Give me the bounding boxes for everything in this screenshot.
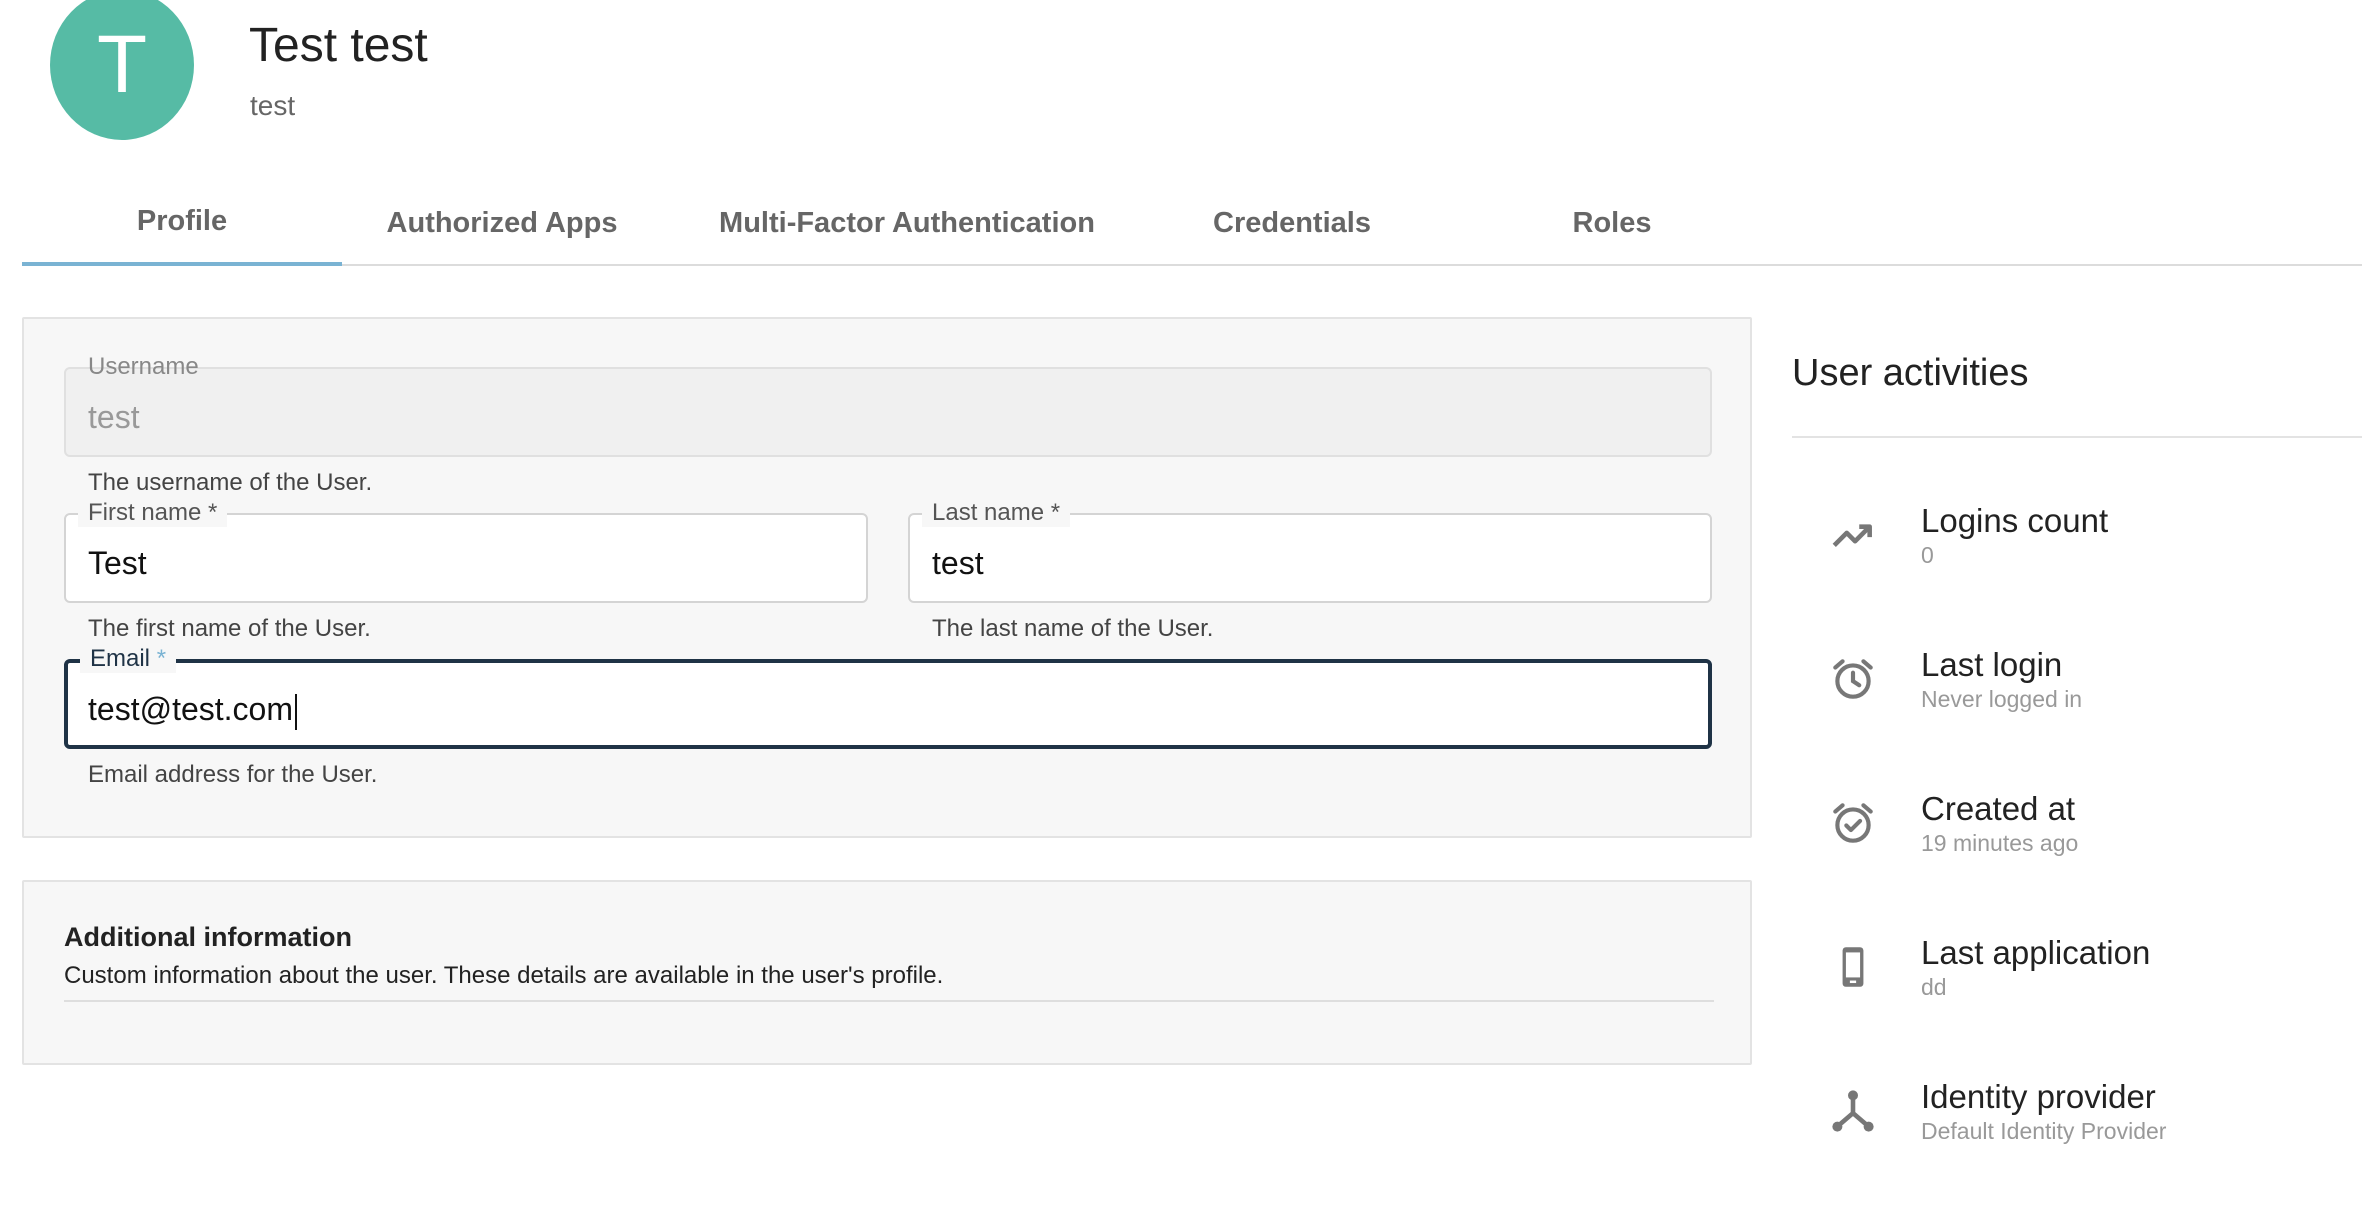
username-helper: The username of the User.: [88, 469, 373, 496]
tab-label: Authorized Apps: [386, 206, 618, 239]
activity-title: Last application: [1921, 934, 2151, 971]
activity-identity-provider: Identity provider Default Identity Provi…: [1792, 1070, 2362, 1160]
avatar-initial: T: [96, 19, 148, 110]
activity-title: Identity provider: [1921, 1078, 2156, 1115]
divider: [1792, 436, 2362, 438]
activity-value: 0: [1921, 542, 1934, 568]
activity-value: dd: [1921, 974, 1947, 1000]
tab-label: Credentials: [1213, 206, 1371, 239]
page-subtitle: test: [250, 90, 296, 121]
last-name-value: test: [932, 545, 984, 581]
additional-information-description: Custom information about the user. These…: [64, 962, 944, 989]
last-name-helper: The last name of the User.: [932, 615, 1214, 642]
activity-title: Logins count: [1921, 502, 2109, 539]
user-profile-page: T Test test test Profile Authorized Apps…: [0, 0, 2362, 1224]
username-field[interactable]: Username test: [64, 353, 1712, 457]
alarm-check-icon: [1833, 803, 1873, 843]
last-name-label: Last name *: [922, 499, 1071, 527]
user-activities-title: User activities: [1792, 352, 2029, 394]
additional-information-card: Additional information Custom informatio…: [22, 880, 1752, 1065]
tab-authorized-apps[interactable]: Authorized Apps: [342, 180, 662, 266]
username-value: test: [88, 399, 140, 435]
email-value: test@test.com: [88, 691, 293, 727]
identity-provider-icon: [1832, 1090, 1874, 1132]
page-title: Test test: [249, 19, 428, 72]
activity-value: Default Identity Provider: [1921, 1118, 2167, 1144]
required-mark: *: [156, 645, 167, 672]
activity-last-login: Last login Never logged in: [1792, 638, 2362, 728]
activity-title: Last login: [1921, 646, 2063, 683]
tab-credentials[interactable]: Credentials: [1132, 180, 1452, 266]
tab-multi-factor-authentication[interactable]: Multi-Factor Authentication: [682, 180, 1132, 266]
trending-up-icon: [1832, 524, 1872, 548]
last-name-field[interactable]: Last name * test: [908, 499, 1712, 603]
first-name-value: Test: [88, 545, 147, 581]
phone-icon: [1842, 947, 1864, 987]
email-field[interactable]: Email * test@test.com: [64, 645, 1712, 749]
tab-label: Multi-Factor Authentication: [719, 206, 1095, 239]
divider: [64, 1000, 1714, 1002]
tab-roles[interactable]: Roles: [1452, 180, 1772, 266]
tab-profile[interactable]: Profile: [22, 180, 342, 266]
avatar: T: [50, 0, 194, 140]
tab-label: Profile: [136, 204, 228, 237]
activity-value: Never logged in: [1921, 686, 2083, 712]
profile-form-card: Username test The username of the User. …: [22, 317, 1752, 838]
additional-information-title: Additional information: [64, 922, 352, 952]
tab-label: Roles: [1572, 206, 1652, 239]
activity-created-at: Created at 19 minutes ago: [1792, 782, 2362, 872]
username-label: Username: [88, 353, 199, 380]
tab-bar: Profile Authorized Apps Multi-Factor Aut…: [22, 180, 2362, 266]
email-label-text: Email: [90, 645, 151, 672]
text-caret: [294, 693, 297, 730]
activity-value: 19 minutes ago: [1921, 830, 2079, 856]
activity-logins-count: Logins count 0: [1792, 494, 2362, 584]
email-helper: Email address for the User.: [88, 761, 378, 788]
activity-title: Created at: [1921, 790, 2076, 827]
first-name-field[interactable]: First name * Test: [64, 499, 868, 603]
email-value-wrapper: test@test.com: [88, 689, 297, 730]
alarm-clock-icon: [1833, 659, 1873, 699]
email-label: Email *: [80, 645, 177, 673]
activity-last-application: Last application dd: [1792, 926, 2362, 1016]
first-name-helper: The first name of the User.: [88, 615, 371, 642]
first-name-label: First name *: [78, 499, 228, 527]
